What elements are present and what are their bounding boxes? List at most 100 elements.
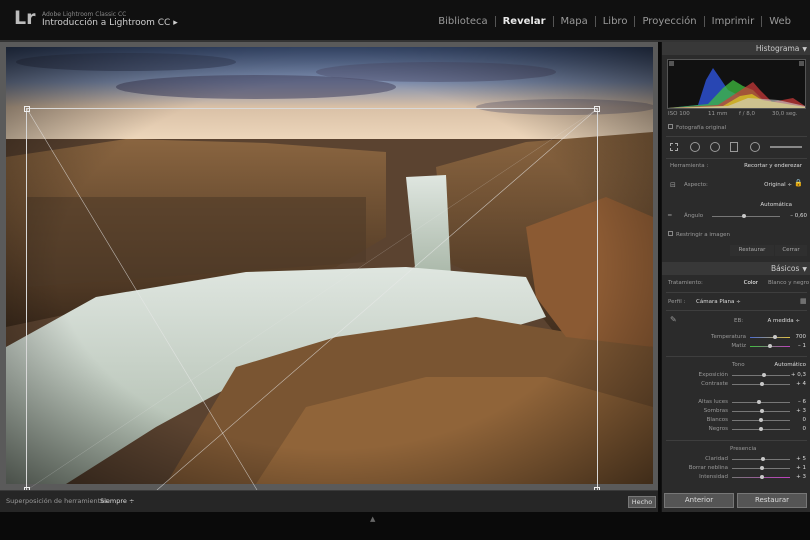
temp-thumb[interactable] xyxy=(772,335,777,339)
radial-filter-icon[interactable] xyxy=(750,142,760,152)
shadows-label: Sombras xyxy=(703,408,728,414)
dehaze-label: Borrar neblina xyxy=(688,465,728,471)
overlay-select[interactable]: Siempre ÷ xyxy=(100,497,134,505)
blacks-value[interactable]: 0 xyxy=(780,426,807,432)
exposure-value[interactable]: + 0,3 xyxy=(780,372,806,378)
dehaze-thumb[interactable] xyxy=(759,466,764,470)
tone-auto-button[interactable]: Automático xyxy=(762,362,806,368)
previous-button[interactable]: Anterior xyxy=(664,493,734,508)
crop-reset-button[interactable]: Restaurar xyxy=(730,245,774,256)
exposure-thumb[interactable] xyxy=(761,373,766,377)
aspect-select[interactable]: Original ÷ xyxy=(742,182,792,188)
original-photo-text: Fotografía original xyxy=(676,125,727,131)
tool-label: Herramienta : xyxy=(670,163,709,169)
tint-value[interactable]: – 1 xyxy=(780,343,806,349)
highlights-value[interactable]: – 6 xyxy=(780,399,806,405)
profile-browser-icon[interactable]: ▦ xyxy=(800,297,807,305)
treatment-bw[interactable]: Blanco y negro xyxy=(768,280,809,286)
module-proyeccion[interactable]: Proyección xyxy=(634,16,703,27)
module-picker: Biblioteca Revelar Mapa Libro Proyección… xyxy=(431,16,798,27)
histogram-header[interactable]: Histograma ▼ xyxy=(662,42,810,55)
focal-readout: 11 mm xyxy=(708,111,728,117)
whites-thumb[interactable] xyxy=(759,418,763,422)
highlights-thumb[interactable] xyxy=(757,400,762,404)
crop-handle-tr[interactable] xyxy=(594,106,600,112)
shadow-clip-icon[interactable] xyxy=(669,61,674,66)
red-eye-icon[interactable] xyxy=(710,142,720,152)
level-tool-icon[interactable]: ━ xyxy=(668,212,672,219)
original-photo-checkbox[interactable] xyxy=(668,124,673,129)
shadows-thumb[interactable] xyxy=(760,409,765,413)
lock-icon[interactable]: 🔒 xyxy=(794,179,803,187)
vibrance-label: Intensidad xyxy=(699,474,728,480)
module-imprimir[interactable]: Imprimir xyxy=(703,16,762,27)
separator xyxy=(666,356,807,357)
tone-label: Tono xyxy=(732,362,745,368)
module-revelar[interactable]: Revelar xyxy=(494,16,553,27)
tint-thumb[interactable] xyxy=(768,344,772,348)
constrain-checkbox[interactable] xyxy=(668,231,673,236)
spot-removal-icon[interactable] xyxy=(690,142,700,152)
treatment-color[interactable]: Color xyxy=(728,280,758,286)
wb-select[interactable]: A medida ÷ xyxy=(758,318,801,324)
eyedropper-icon[interactable]: ✎ xyxy=(670,315,677,324)
shadows-value[interactable]: + 3 xyxy=(780,408,806,414)
highlight-clip-icon[interactable] xyxy=(799,61,804,66)
clarity-value[interactable]: + 5 xyxy=(780,456,806,462)
angle-thumb[interactable] xyxy=(742,214,746,218)
blacks-thumb[interactable] xyxy=(759,427,763,431)
panel-footer: Anterior Restaurar xyxy=(661,493,810,508)
collapse-arrow-icon[interactable]: ▲ xyxy=(370,515,375,523)
treatment-label: Tratamiento: xyxy=(668,280,703,286)
contrast-thumb[interactable] xyxy=(760,382,765,386)
crop-handle-tl[interactable] xyxy=(24,106,30,112)
whites-value[interactable]: 0 xyxy=(780,417,807,423)
filmstrip-bar: ▲ xyxy=(0,512,810,540)
done-button[interactable]: Hecho xyxy=(628,496,656,508)
temp-value[interactable]: 700 xyxy=(780,334,807,340)
constrain-label: Restringir a imagen xyxy=(676,232,731,238)
module-libro[interactable]: Libro xyxy=(594,16,635,27)
profile-select[interactable]: Cámara Plana ÷ xyxy=(696,299,741,305)
aspect-label: Aspecto: xyxy=(684,182,708,188)
clarity-thumb[interactable] xyxy=(760,457,765,461)
module-web[interactable]: Web xyxy=(761,16,798,27)
wb-label: EB: xyxy=(734,318,744,324)
module-biblioteca[interactable]: Biblioteca xyxy=(431,16,494,27)
reset-button[interactable]: Restaurar xyxy=(737,493,807,508)
blacks-label: Negros xyxy=(708,426,728,432)
image-workspace xyxy=(0,42,658,493)
basics-header[interactable]: Básicos ▼ xyxy=(662,262,810,275)
vibrance-value[interactable]: + 3 xyxy=(780,474,806,480)
clarity-label: Claridad xyxy=(705,456,728,462)
aperture-readout: f / 8,0 xyxy=(739,111,756,117)
dehaze-value[interactable]: + 1 xyxy=(780,465,806,471)
histogram xyxy=(667,59,806,109)
angle-value[interactable]: – 0,60 xyxy=(780,213,807,219)
graduated-filter-icon[interactable] xyxy=(730,142,738,152)
crop-close-button[interactable]: Cerrar xyxy=(775,245,807,256)
adjustment-brush-icon[interactable] xyxy=(770,146,802,148)
contrast-label: Contraste xyxy=(701,381,728,387)
module-mapa[interactable]: Mapa xyxy=(552,16,595,27)
top-bar: Lr Adobe Lightroom Classic CC Introducci… xyxy=(0,0,810,40)
lightroom-logo: Lr xyxy=(14,7,36,29)
contrast-value[interactable]: + 4 xyxy=(780,381,806,387)
develop-panel: Histograma ▼ ISO 100 11 mm f / 8,0 30,0 s… xyxy=(661,42,810,512)
auto-straighten-button[interactable]: Automática xyxy=(742,202,792,208)
crop-frame[interactable] xyxy=(24,106,600,493)
separator xyxy=(666,310,807,311)
collapse-icon: ▼ xyxy=(802,46,807,53)
exposure-label: Exposición xyxy=(698,372,728,378)
separator xyxy=(666,292,807,293)
presence-label: Presencia xyxy=(730,446,757,452)
crop-tool-icon[interactable] xyxy=(670,143,678,151)
separator xyxy=(666,136,807,137)
whites-label: Blancos xyxy=(706,417,728,423)
histogram-graph xyxy=(668,61,805,108)
crop-tool-glyph-icon: ⊟ xyxy=(670,181,676,189)
separator xyxy=(666,440,807,441)
crop-guides xyxy=(27,109,597,490)
vibrance-thumb[interactable] xyxy=(760,475,765,479)
catalog-name[interactable]: Introducción a Lightroom CC ▸ xyxy=(42,18,178,28)
